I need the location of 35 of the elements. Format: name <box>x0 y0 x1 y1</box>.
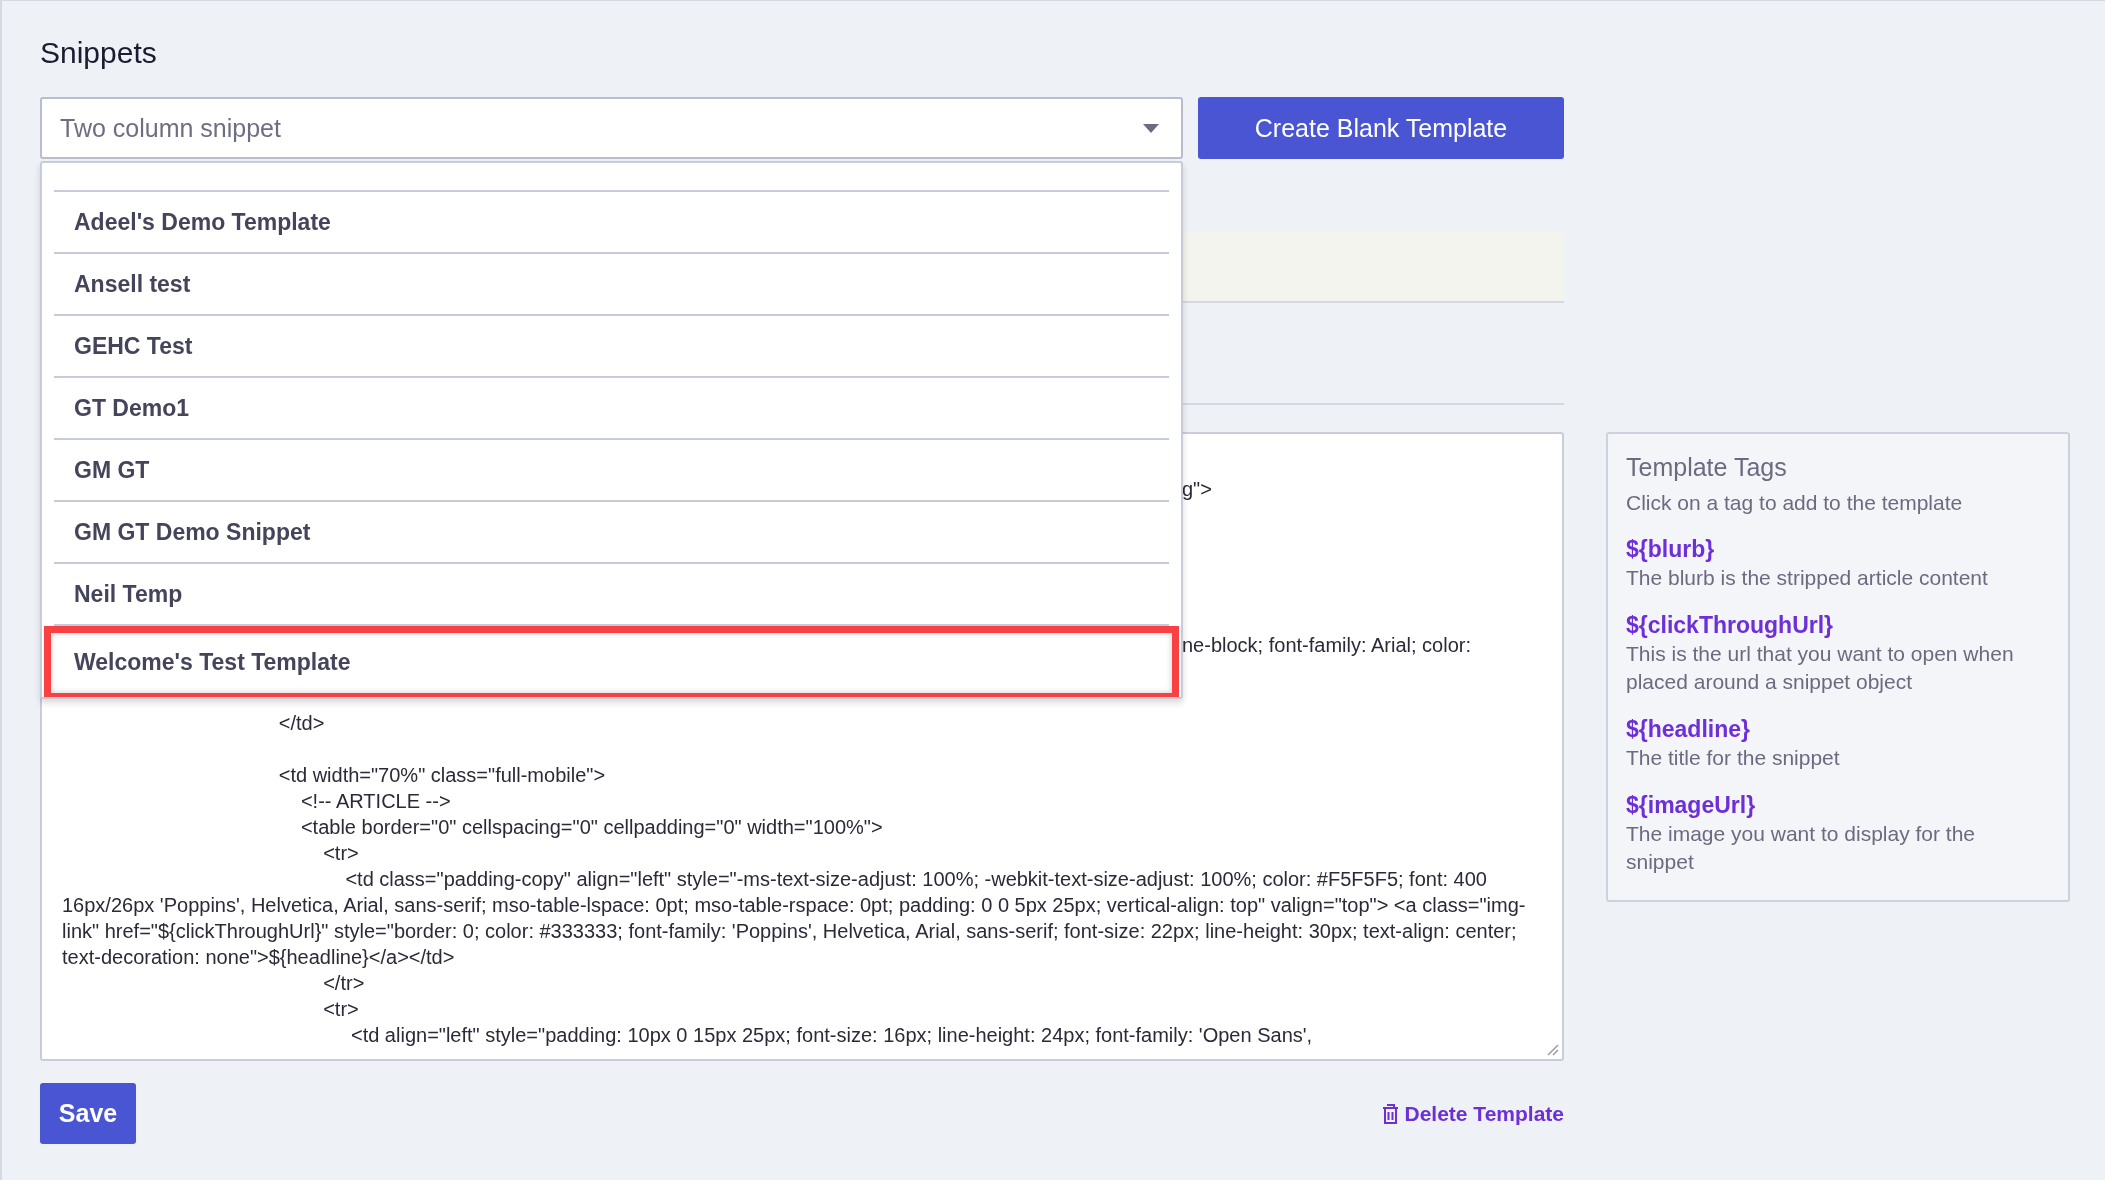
code-line: g"> <box>1181 477 1213 502</box>
tag-link[interactable]: ${clickThroughUrl} <box>1626 610 2050 640</box>
snippet-select[interactable]: Two column snippet <box>40 97 1183 159</box>
tag-link[interactable]: ${headline} <box>1626 714 2050 744</box>
code-line: <tr> <box>322 997 360 1022</box>
page-title: Snippets <box>40 35 158 71</box>
dropdown-option[interactable]: GT Demo1 <box>54 378 1169 440</box>
tag-description: The image you want to display for the snippet <box>1626 821 1977 875</box>
create-template-button[interactable]: Create Blank Template <box>1198 97 1564 159</box>
tag-description: The title for the snippet <box>1626 745 1841 771</box>
code-line: <!-- ARTICLE --> <box>299 789 452 814</box>
tag-link[interactable]: ${blurb} <box>1626 534 2050 564</box>
code-line: <table border="0" cellspacing="0" cellpadding="0" width="100%"> <box>299 815 884 840</box>
code-line: </td> <box>277 711 326 736</box>
resize-handle-icon[interactable] <box>1545 1042 1559 1056</box>
save-button[interactable]: Save <box>40 1083 136 1144</box>
dropdown-option[interactable]: GEHC Test <box>54 316 1169 378</box>
tag-link[interactable]: ${imageUrl} <box>1626 790 2050 820</box>
dropdown-option[interactable]: Adeel's Demo Template <box>54 192 1169 254</box>
dropdown-option[interactable]: Ansell test <box>54 254 1169 316</box>
code-line: ne-block; font-family: Arial; color: <box>1181 633 1472 658</box>
tag-description: This is the url that you want to open when placed around a snippet object <box>1626 641 2015 695</box>
dropdown-option[interactable]: GM GT Demo Snippet <box>54 502 1169 564</box>
code-line: <td width="70%" class="full-mobile"> <box>277 763 607 788</box>
code-line: <tr> <box>322 841 360 866</box>
code-line: </tr> <box>322 971 366 996</box>
panel-hint: Click on a tag to add to the template <box>1626 490 1964 516</box>
dropdown-option[interactable]: Neil Temp <box>54 564 1169 626</box>
code-line: <td class="padding-copy" align="left" style="-ms-text-size-adjust: 100%; -webkit-text-size-adjust: 100%; color: #F5F5F5; font: 400 16px/26px 'Poppins', Helvetica, Arial, sans-serif; mso-table-lspace: 0pt; mso-table-rspace: 0pt; padding: 0 0 5px 25px; vertical-align: top" valign="top"> <a class="img-link" href="${clickThroughUrl}" style="border: 0; color: #333333; font-family: 'Poppins', Helvetica, Arial, sans-serif; font-size: 22px; line-height: 30px; text-align: center; text-decoration: none">${headline}</a></td> <box>62 867 1527 970</box>
panel-title: Template Tags <box>1626 452 1788 483</box>
caret-icon <box>1143 123 1159 133</box>
dropdown-option[interactable]: GM GT <box>54 440 1169 502</box>
code-line: <td align="left" style="padding: 10px 0 15px 25px; font-size: 16px; line-height: 24px; font-family: 'Open Sans', <box>349 1023 1314 1048</box>
trash-icon <box>1381 1103 1399 1124</box>
tag-description: The blurb is the stripped article content <box>1626 565 1989 591</box>
